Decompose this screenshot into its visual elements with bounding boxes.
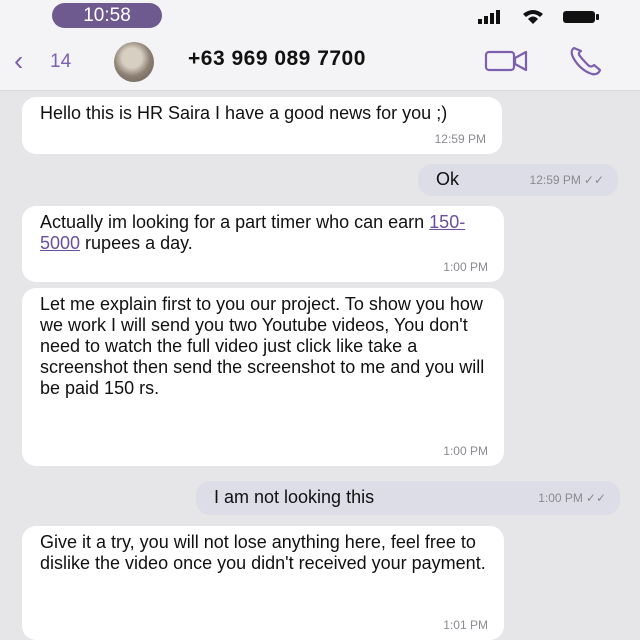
- message-list[interactable]: Hello this is HR Saira I have a good new…: [0, 91, 640, 640]
- message-bubble-incoming[interactable]: Give it a try, you will not lose anythin…: [22, 526, 504, 640]
- message-bubble-incoming[interactable]: Actually im looking for a part timer who…: [22, 206, 504, 282]
- phone-icon[interactable]: [566, 44, 606, 78]
- status-time: 10:58: [52, 3, 162, 28]
- message-time: 12:59 PM: [434, 132, 486, 146]
- message-time: 1:01 PM: [443, 618, 488, 632]
- video-call-icon[interactable]: [482, 46, 530, 76]
- message-bubble-outgoing[interactable]: I am not looking this 1:00 PM ✓✓: [196, 481, 620, 515]
- status-bar: 10:58: [0, 0, 640, 32]
- message-text: Give it a try, you will not lose anythin…: [40, 532, 486, 573]
- message-bubble-incoming[interactable]: Hello this is HR Saira I have a good new…: [22, 97, 502, 154]
- message-time: 1:00 PM: [443, 444, 488, 458]
- message-bubble-outgoing[interactable]: Ok 12:59 PM ✓✓: [418, 164, 618, 196]
- contact-name[interactable]: +63 969 089 7700: [188, 47, 366, 71]
- battery-icon: [563, 11, 599, 23]
- read-checkmark-icon: ✓✓: [583, 172, 604, 187]
- wifi-icon: [523, 10, 543, 24]
- message-bubble-incoming[interactable]: Let me explain first to you our project.…: [22, 288, 504, 466]
- message-time: 1:00 PM: [538, 490, 583, 505]
- back-chevron-icon: ‹: [14, 45, 24, 76]
- chat-header: ‹ 14 +63 969 089 7700: [0, 32, 640, 91]
- message-text: Hello this is HR Saira I have a good new…: [40, 103, 448, 123]
- read-checkmark-icon: ✓✓: [585, 490, 606, 505]
- message-time: 12:59 PM: [529, 172, 581, 187]
- message-text: Actually im looking for a part timer who…: [40, 212, 486, 254]
- message-time: 1:00 PM: [443, 260, 488, 274]
- message-text-part: Actually im looking for a part timer who…: [40, 212, 430, 232]
- message-text-part: rupees a day.: [80, 233, 193, 253]
- unread-count: 14: [50, 51, 72, 72]
- signal-icon: [478, 10, 500, 24]
- avatar[interactable]: [114, 42, 154, 82]
- back-button[interactable]: ‹ 14: [8, 46, 88, 76]
- message-text: Let me explain first to you our project.…: [40, 294, 485, 398]
- message-meta: 1:00 PM ✓✓: [538, 481, 606, 515]
- message-meta: 12:59 PM ✓✓: [530, 164, 604, 196]
